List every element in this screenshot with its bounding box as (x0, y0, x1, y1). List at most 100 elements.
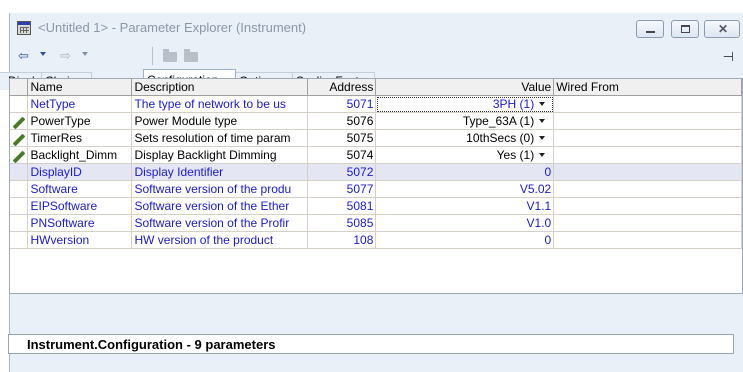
cell-value-text: Yes (1) (496, 147, 535, 162)
cell-address[interactable]: 108 (307, 231, 377, 249)
back-arrow-icon[interactable]: ⇦ (18, 47, 29, 65)
dropdown-arrow-icon[interactable] (539, 119, 546, 124)
restore-button[interactable] (671, 20, 699, 38)
table-row[interactable]: PNSoftware Software version of the Profir… (10, 214, 742, 232)
cell-description[interactable]: HW version of the product (131, 231, 309, 249)
dropdown-arrow-icon[interactable] (539, 136, 546, 141)
header-value[interactable]: Value (375, 79, 555, 96)
cell-name[interactable]: Software (27, 180, 133, 198)
cell-address-text: 5077 (346, 181, 374, 196)
cell-description[interactable]: Power Module type (131, 112, 309, 130)
cell-address[interactable]: 5076 (307, 112, 377, 130)
cell-value[interactable]: 0 (375, 163, 555, 181)
cell-value[interactable]: 10thSecs (0) (375, 129, 555, 147)
table-row[interactable]: NetType The type of network to be us 5071 3… (10, 95, 742, 113)
minimize-button[interactable] (636, 20, 664, 38)
cell-name[interactable]: HWversion (27, 231, 133, 249)
pencil-edit-icon (12, 116, 26, 129)
cell-wired-from[interactable] (553, 180, 742, 198)
title-bar[interactable]: <Untitled 1> - Parameter Explorer (Instr… (10, 13, 743, 43)
toolbar: ⇦ ⇨ ⊣ (10, 43, 743, 69)
cell-value[interactable]: V1.1 (375, 197, 555, 215)
cell-name[interactable]: EIPSoftware (27, 197, 133, 215)
header-wired-from[interactable]: Wired From (553, 79, 742, 96)
cell-name[interactable]: TimerRes (27, 129, 133, 147)
cell-name-text: PowerType (30, 113, 91, 128)
cell-name-text: DisplayID (30, 164, 82, 179)
cell-description-text: Software version of the produ (134, 181, 292, 196)
table-row[interactable]: Backlight_Dimm Display Backlight Dimming 5… (10, 146, 742, 164)
folder-up-icon[interactable] (184, 49, 198, 62)
table-row[interactable]: HWversion HW version of the product 108 0 (10, 231, 742, 249)
close-button[interactable]: ✕ (704, 20, 740, 38)
header-address[interactable]: Address (307, 79, 377, 96)
cell-address[interactable]: 5077 (307, 180, 377, 198)
cell-address[interactable]: 5081 (307, 197, 377, 215)
table-row[interactable]: Software Software version of the produ 507… (10, 180, 742, 198)
status-bar: Instrument.Configuration - 9 parameters (8, 334, 734, 354)
back-history-dropdown-icon[interactable] (40, 52, 46, 56)
cell-name[interactable]: DisplayID (27, 163, 133, 181)
table-row[interactable]: PowerType Power Module type 5076 Type_63A (… (10, 112, 742, 130)
cell-value-text: 10thSecs (0) (466, 130, 535, 145)
pencil-edit-icon (12, 133, 26, 146)
cell-address[interactable]: 5072 (307, 163, 377, 181)
header-marker (10, 79, 29, 96)
window-title: <Untitled 1> - Parameter Explorer (Instr… (38, 20, 307, 35)
cell-value-text: V1.1 (526, 198, 552, 213)
parameter-grid: Name Description Address Value Wired Fro… (9, 78, 743, 294)
row-marker (10, 95, 29, 113)
header-name[interactable]: Name (27, 79, 133, 96)
cell-description[interactable]: Sets resolution of time param (131, 129, 309, 147)
row-marker (10, 180, 29, 198)
dropdown-arrow-icon[interactable] (539, 102, 546, 107)
cell-wired-from[interactable] (553, 231, 742, 249)
cell-value[interactable]: Type_63A (1) (375, 112, 555, 130)
forward-history-dropdown-icon[interactable] (82, 52, 88, 56)
cell-name[interactable]: PNSoftware (27, 214, 133, 232)
cell-value[interactable]: Yes (1) (375, 146, 555, 164)
cell-value[interactable]: V5.02 (375, 180, 555, 198)
table-row[interactable]: EIPSoftware Software version of the Ether… (10, 197, 742, 215)
row-marker (10, 146, 29, 164)
dropdown-arrow-icon[interactable] (539, 153, 546, 158)
cell-name-text: Backlight_Dimm (30, 147, 118, 162)
cell-name-text: TimerRes (30, 130, 83, 145)
cell-address[interactable]: 5075 (307, 129, 377, 147)
cell-description[interactable]: Software version of the produ (131, 180, 309, 198)
cell-wired-from[interactable] (553, 129, 742, 147)
cell-address[interactable]: 5085 (307, 214, 377, 232)
cell-name[interactable]: NetType (27, 95, 133, 113)
cell-value[interactable]: V1.0 (375, 214, 555, 232)
pin-icon[interactable]: ⊣ (723, 49, 734, 65)
cell-description[interactable]: Display Backlight Dimming (131, 146, 309, 164)
cell-description-text: Display Identifier (134, 164, 224, 179)
folder-icon[interactable] (163, 49, 177, 62)
close-icon: ✕ (717, 22, 729, 36)
cell-wired-from[interactable] (553, 214, 742, 232)
cell-description[interactable]: The type of network to be us (131, 95, 309, 113)
cell-wired-from[interactable] (553, 112, 742, 130)
table-row[interactable]: TimerRes Sets resolution of time param 507… (10, 129, 742, 147)
cell-wired-from[interactable] (553, 95, 742, 113)
cell-address[interactable]: 5071 (307, 95, 377, 113)
header-description[interactable]: Description (131, 79, 309, 96)
cell-wired-from[interactable] (553, 197, 742, 215)
forward-arrow-icon[interactable]: ⇨ (60, 47, 71, 65)
cell-wired-from[interactable] (553, 163, 742, 181)
cell-value[interactable]: 3PH (1) (375, 95, 555, 113)
table-row[interactable]: DisplayID Display Identifier 5072 0 (10, 163, 742, 181)
cell-address-text: 5075 (346, 130, 374, 145)
cell-name[interactable]: Backlight_Dimm (27, 146, 133, 164)
cell-description[interactable]: Software version of the Profir (131, 214, 309, 232)
cell-wired-from[interactable] (553, 146, 742, 164)
pencil-edit-icon (12, 150, 26, 163)
cell-address[interactable]: 5074 (307, 146, 377, 164)
cell-description[interactable]: Display Identifier (131, 163, 309, 181)
cell-name[interactable]: PowerType (27, 112, 133, 130)
cell-address-text: 5071 (346, 96, 374, 111)
cell-description[interactable]: Software version of the Ether (131, 197, 309, 215)
cell-description-text: Display Backlight Dimming (134, 147, 277, 162)
cell-value[interactable]: 0 (375, 231, 555, 249)
toolbar-separator (152, 47, 153, 65)
